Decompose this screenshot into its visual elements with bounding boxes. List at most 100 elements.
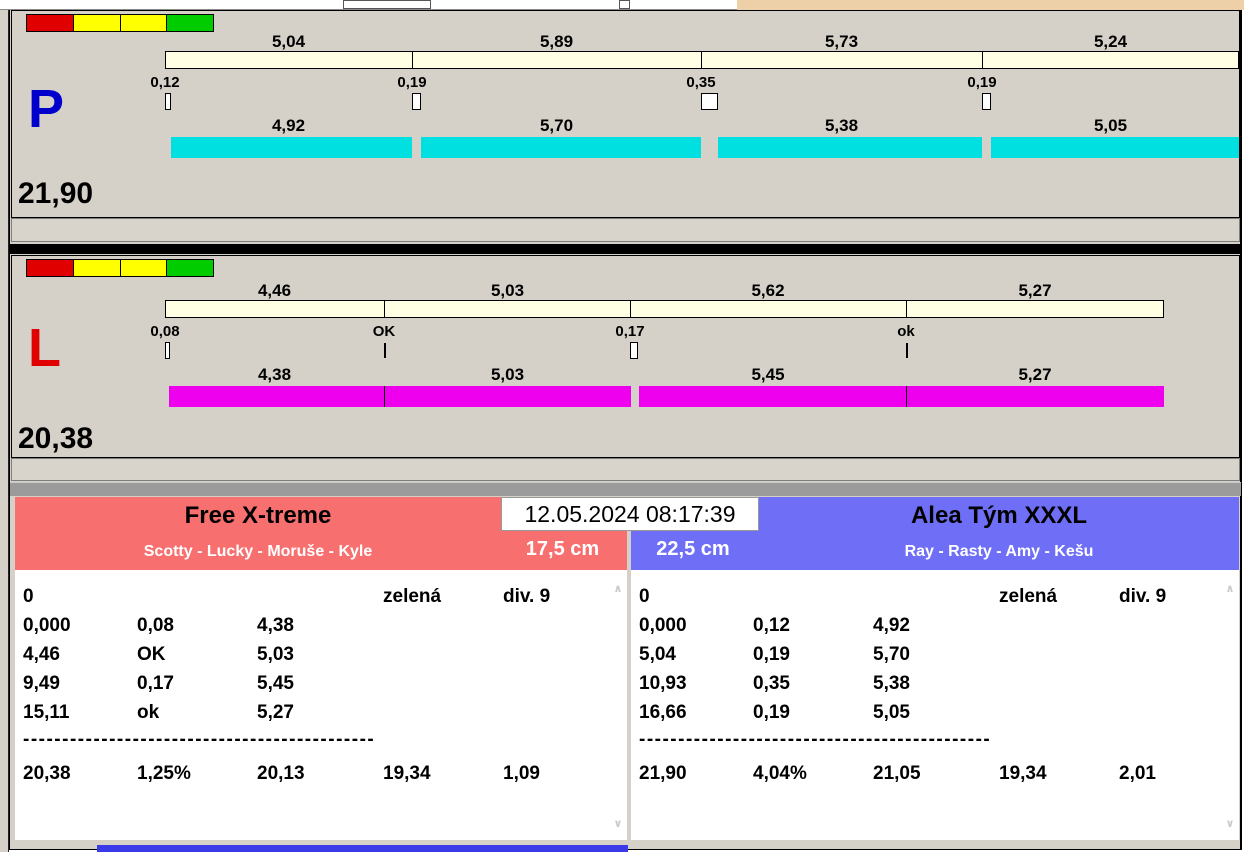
- run-row: 10,930,355,38: [631, 669, 1223, 698]
- net-bar-divider: [906, 386, 907, 407]
- scroll-up-icon[interactable]: ∧: [1224, 582, 1236, 595]
- totals-row: 20,381,25%20,1319,341,09: [15, 753, 611, 787]
- split-net-label: 4,38: [165, 366, 384, 384]
- table-cell: 0,12: [753, 611, 790, 640]
- table-cell: 5,70: [873, 640, 910, 669]
- table-cell: 20,13: [257, 759, 305, 788]
- scroll-down-icon[interactable]: ∨: [1224, 817, 1236, 830]
- status-light-3: [121, 260, 168, 276]
- split-net-label: 4,92: [165, 117, 412, 135]
- run-row: 9,490,175,45: [15, 669, 611, 698]
- gross-time-bar: [165, 51, 1239, 69]
- net-time-bar-segment: [169, 386, 384, 407]
- split-gross-label: 4,46: [165, 282, 384, 300]
- table-cell: OK: [137, 640, 166, 669]
- gross-time-bar: [165, 300, 1164, 318]
- cross-time-label: 0,19: [372, 75, 452, 91]
- gross-bar-divider: [982, 51, 983, 69]
- cross-time-label: OK: [344, 324, 424, 340]
- cross-time-label: 0,08: [125, 324, 205, 340]
- team-table-body: 0zelenádiv. 90,0000,124,925,040,195,7010…: [631, 570, 1223, 840]
- table-cell: 0,17: [137, 669, 174, 698]
- net-time-bar-segment: [384, 386, 631, 407]
- table-cell: ok: [137, 698, 159, 727]
- split-net-label: 5,05: [982, 117, 1239, 135]
- split-net-label: 5,70: [412, 117, 701, 135]
- split-net-label: 5,27: [906, 366, 1164, 384]
- table-cell: zelená: [999, 582, 1057, 611]
- lane-divider: [10, 244, 1241, 254]
- cross-time-label: 0,12: [125, 75, 205, 91]
- team-panel-left: Free X-treme Scotty - Lucky - Moruše - K…: [15, 497, 627, 840]
- table-cell: div. 9: [503, 582, 550, 611]
- cross-marker-box: [701, 93, 718, 110]
- splitter-bar: [10, 482, 1241, 496]
- split-gross-label: 5,62: [630, 282, 906, 300]
- team-results-table: 0zelenádiv. 90,0000,124,925,040,195,7010…: [631, 570, 1239, 840]
- split-gross-label: 5,04: [165, 33, 412, 51]
- scroll-up-icon[interactable]: ∧: [612, 582, 624, 595]
- gross-bar-divider: [701, 51, 702, 69]
- split-gross-label: 5,03: [384, 282, 631, 300]
- totals-row: 21,90 4,04% 21,05 19,34 2,01: [631, 753, 1223, 787]
- timestamp: 12.05.2024 08:17:39: [501, 497, 759, 531]
- table-cell: 5,03: [257, 640, 294, 669]
- run-row: 0,0000,124,92: [631, 611, 1223, 640]
- split-net-label: 5,38: [701, 117, 982, 135]
- cross-marker-box: [630, 342, 638, 359]
- gross-bar-divider: [906, 300, 907, 318]
- table-cell: 2,01: [1119, 759, 1156, 788]
- split-net-label: 5,03: [384, 366, 631, 384]
- table-cell: 4,46: [23, 640, 60, 669]
- separator-row: ----------------------------------------…: [15, 727, 425, 753]
- net-time-bar-segment: [171, 137, 412, 158]
- lane-footer-strip: [11, 218, 1240, 242]
- team-results-table: 0zelenádiv. 90,0000,084,384,46OK5,039,49…: [15, 570, 627, 840]
- scroll-down-icon[interactable]: ∨: [612, 817, 624, 830]
- table-cell: 0,000: [23, 611, 71, 640]
- table-cell: 15,11: [23, 698, 70, 727]
- status-light-4: [167, 260, 213, 276]
- info-row: 0zelenádiv. 9: [15, 582, 611, 611]
- cross-time-label: ok: [866, 324, 946, 340]
- table-cell: 5,27: [257, 698, 294, 727]
- table-cell: 5,05: [873, 698, 910, 727]
- table-cell: 5,38: [873, 669, 910, 698]
- split-gross-label: 5,73: [701, 33, 982, 51]
- table-cell: 16,66: [639, 698, 687, 727]
- table-cell: 4,38: [257, 611, 294, 640]
- split-gross-label: 5,89: [412, 33, 701, 51]
- lane-letter: P: [28, 82, 64, 136]
- table-cell: 19,34: [999, 759, 1047, 788]
- cross-time-label: 0,17: [590, 324, 670, 340]
- screen: P 5,040,124,925,890,195,705,730,355,385,…: [0, 0, 1244, 852]
- lane-panel-l: L 4,460,084,385,03OK5,035,620,175,455,27…: [11, 255, 1240, 458]
- table-cell: 5,45: [257, 669, 294, 698]
- run-row: 5,040,195,70: [631, 640, 1223, 669]
- left-scrollbar-strip[interactable]: [0, 10, 9, 852]
- status-light-3: [121, 15, 168, 31]
- run-row: 0,0000,084,38: [15, 611, 611, 640]
- table-cell: 21,90: [639, 759, 687, 788]
- table-cell: 0,000: [639, 611, 687, 640]
- lane-footer-strip: [11, 458, 1240, 481]
- lane-letter: L: [28, 321, 61, 375]
- table-cell: 0,19: [753, 640, 790, 669]
- table-cell: div. 9: [1119, 582, 1166, 611]
- table-cell: 4,04%: [753, 759, 807, 788]
- clean-pass-tick: [384, 343, 386, 358]
- status-lights: [26, 14, 214, 32]
- lane-total-time: 21,90: [18, 177, 93, 212]
- split-gross-label: 5,27: [906, 282, 1164, 300]
- table-cell: 21,05: [873, 759, 921, 788]
- cross-marker-box: [412, 93, 421, 110]
- taskbar-strip[interactable]: [97, 845, 628, 852]
- lane-panel-p: P 5,04 0,12 4,92 5,89 0,19 5,70 5,73 0,35 5,385,…: [11, 10, 1240, 218]
- net-time-bar-segment: [639, 386, 906, 407]
- table-cell: 20,38: [23, 759, 71, 788]
- gross-bar-divider: [384, 300, 385, 318]
- info-row: 0zelenádiv. 9: [631, 582, 1223, 611]
- cross-time-label: 0,35: [661, 75, 741, 91]
- table-cell: 10,93: [639, 669, 687, 698]
- net-time-bar-segment: [991, 137, 1239, 158]
